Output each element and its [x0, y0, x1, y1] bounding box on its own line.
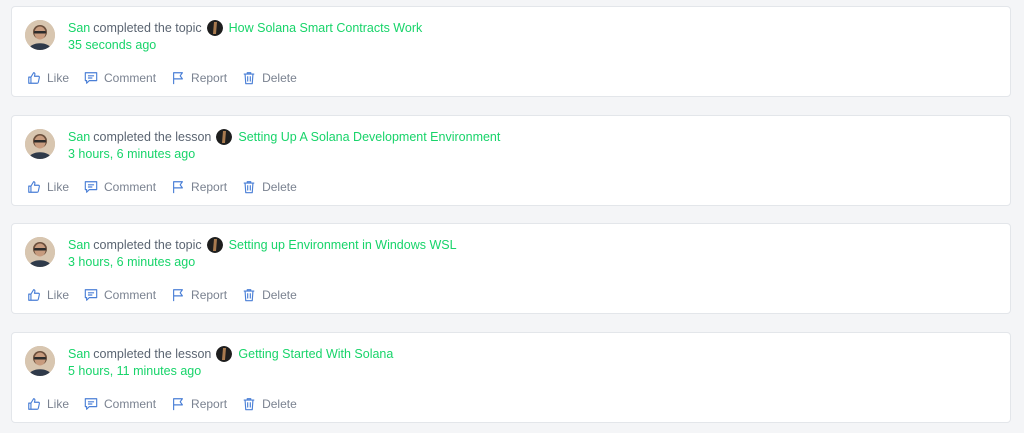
thumbs-up-icon: [28, 72, 40, 84]
report-button[interactable]: Report: [171, 180, 227, 194]
comment-icon: [84, 289, 98, 301]
flag-icon: [173, 289, 183, 302]
course-thumbnail-icon: [216, 129, 233, 145]
activity-actions: Like Comment Report Delete: [27, 288, 312, 302]
activity-target-link[interactable]: Getting Started With Solana: [238, 347, 393, 361]
avatar[interactable]: [25, 20, 55, 50]
comment-label: Comment: [104, 71, 157, 85]
activity-card: San completed the topic How Solana Smart…: [11, 6, 1011, 97]
course-thumbnail-icon: [206, 20, 223, 36]
avatar[interactable]: [25, 346, 55, 376]
trash-icon: [243, 398, 255, 411]
activity-target-link[interactable]: Setting Up A Solana Development Environm…: [238, 130, 500, 144]
activity-action: completed the topic: [93, 238, 202, 252]
activity-timestamp[interactable]: 3 hours, 6 minutes ago: [68, 147, 195, 161]
comment-button[interactable]: Comment: [84, 397, 156, 411]
activity-target-link[interactable]: Setting up Environment in Windows WSL: [229, 238, 457, 252]
activity-timestamp[interactable]: 35 seconds ago: [68, 38, 156, 52]
avatar[interactable]: [25, 237, 55, 267]
flag-icon: [173, 398, 183, 411]
flag-icon: [173, 72, 183, 85]
like-button[interactable]: Like: [27, 180, 69, 194]
comment-label: Comment: [104, 397, 157, 411]
avatar[interactable]: [25, 129, 55, 159]
course-thumbnail-icon: [216, 346, 233, 362]
report-button[interactable]: Report: [171, 288, 227, 302]
activity-headline: San completed the topic How Solana Smart…: [68, 20, 422, 36]
report-button[interactable]: Report: [171, 397, 227, 411]
trash-icon: [243, 181, 255, 194]
like-button[interactable]: Like: [27, 71, 69, 85]
comment-icon: [84, 398, 98, 410]
activity-timestamp[interactable]: 3 hours, 6 minutes ago: [68, 255, 195, 269]
activity-headline: San completed the topic Setting up Envir…: [68, 237, 457, 253]
flag-icon: [173, 181, 183, 194]
like-button[interactable]: Like: [27, 397, 69, 411]
comment-icon: [84, 72, 98, 84]
activity-card: San completed the lesson Getting Started…: [11, 332, 1011, 423]
activity-action: completed the topic: [93, 21, 202, 35]
activity-headline: San completed the lesson Setting Up A So…: [68, 129, 500, 145]
thumbs-up-icon: [28, 398, 40, 410]
report-label: Report: [191, 71, 228, 85]
activity-action: completed the lesson: [93, 347, 212, 361]
activity-feed: San completed the topic How Solana Smart…: [0, 0, 1024, 433]
comment-button[interactable]: Comment: [84, 288, 156, 302]
report-label: Report: [191, 397, 228, 411]
activity-actions: Like Comment Report Delete: [27, 71, 312, 85]
activity-actions: Like Comment Report Delete: [27, 180, 312, 194]
comment-label: Comment: [104, 288, 157, 302]
delete-button[interactable]: Delete: [242, 288, 297, 302]
activity-card: San completed the lesson Setting Up A So…: [11, 115, 1011, 206]
like-button[interactable]: Like: [27, 288, 69, 302]
delete-button[interactable]: Delete: [242, 180, 297, 194]
user-name-link[interactable]: San: [68, 238, 90, 252]
activity-actions: Like Comment Report Delete: [27, 397, 312, 411]
activity-headline: San completed the lesson Getting Started…: [68, 346, 393, 362]
user-name-link[interactable]: San: [68, 347, 90, 361]
report-label: Report: [191, 288, 228, 302]
delete-label: Delete: [262, 180, 297, 194]
comment-icon: [84, 181, 98, 193]
thumbs-up-icon: [28, 289, 40, 301]
comment-label: Comment: [104, 180, 157, 194]
trash-icon: [243, 289, 255, 302]
delete-button[interactable]: Delete: [242, 397, 297, 411]
thumbs-up-icon: [28, 181, 40, 193]
course-thumbnail-icon: [206, 237, 223, 253]
delete-button[interactable]: Delete: [242, 71, 297, 85]
activity-action: completed the lesson: [93, 130, 212, 144]
user-name-link[interactable]: San: [68, 130, 90, 144]
report-label: Report: [191, 180, 228, 194]
like-label: Like: [47, 71, 70, 85]
like-label: Like: [47, 397, 70, 411]
user-name-link[interactable]: San: [68, 21, 90, 35]
like-label: Like: [47, 180, 70, 194]
report-button[interactable]: Report: [171, 71, 227, 85]
trash-icon: [243, 72, 255, 85]
like-label: Like: [47, 288, 70, 302]
activity-card: San completed the topic Setting up Envir…: [11, 223, 1011, 314]
delete-label: Delete: [262, 71, 297, 85]
activity-timestamp[interactable]: 5 hours, 11 minutes ago: [68, 364, 201, 378]
comment-button[interactable]: Comment: [84, 180, 156, 194]
delete-label: Delete: [262, 397, 297, 411]
activity-target-link[interactable]: How Solana Smart Contracts Work: [229, 21, 423, 35]
delete-label: Delete: [262, 288, 297, 302]
comment-button[interactable]: Comment: [84, 71, 156, 85]
